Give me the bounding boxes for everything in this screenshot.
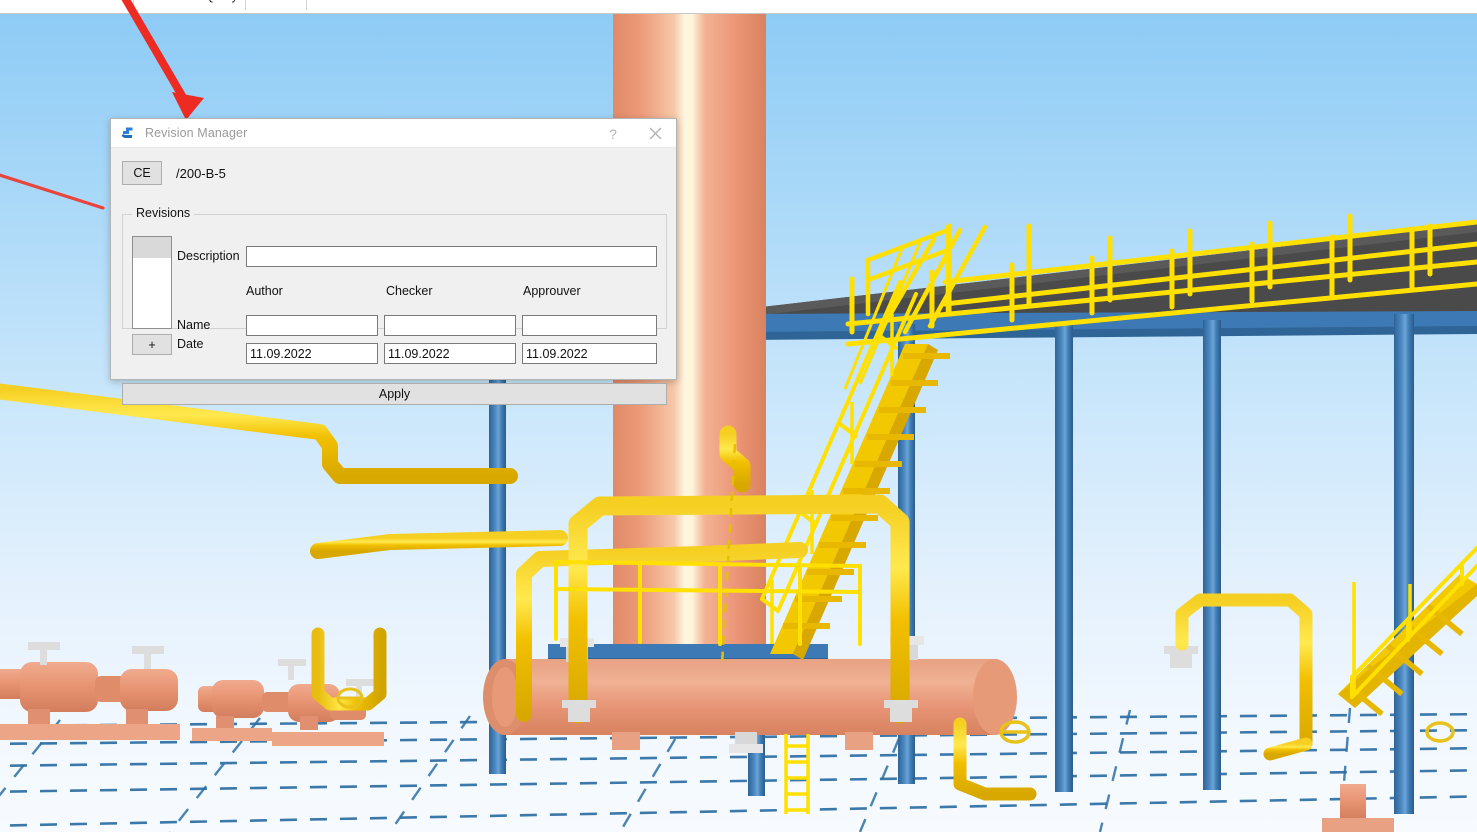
vertical-ladder <box>784 734 810 814</box>
toolbar-separator <box>133 0 134 10</box>
revisions-groupbox: Revisions <box>122 206 667 329</box>
date-label: Date <box>177 337 204 351</box>
checker-date-input[interactable] <box>384 343 516 364</box>
revisions-list[interactable] <box>132 236 172 329</box>
checker-name-input[interactable] <box>384 315 516 336</box>
column-header-checker: Checker <box>386 284 433 298</box>
dialog-title-bar[interactable]: Revision Manager ? <box>111 119 676 148</box>
dialog-title: Revision Manager <box>145 126 248 140</box>
name-label: Name <box>177 318 211 332</box>
dialog-body: CE /200-B-5 Revisions + Description Name… <box>111 148 676 405</box>
revision-manager-dialog[interactable]: Revision Manager ? CE /200-B-5 Revisions <box>110 118 677 405</box>
revisions-list-header <box>133 237 171 258</box>
app-root: Search Query <box>0 0 1477 832</box>
toolbar-separator <box>245 0 246 10</box>
close-icon[interactable] <box>634 119 676 148</box>
description-input[interactable] <box>246 246 657 267</box>
toolbar-separator <box>306 0 307 10</box>
column-header-approver: Approuver <box>523 284 581 298</box>
application-toolbar: Search Query <box>0 0 1477 14</box>
description-label: Description <box>177 249 240 263</box>
toolbar-item-search[interactable]: Search <box>40 0 78 3</box>
ce-button[interactable]: CE <box>122 161 162 185</box>
revisions-groupbox-legend: Revisions <box>132 206 195 220</box>
author-name-input[interactable] <box>246 315 378 336</box>
apply-button[interactable]: Apply <box>122 383 667 405</box>
pump-set-left <box>0 642 180 740</box>
revision-manager-icon <box>120 125 137 142</box>
author-date-input[interactable] <box>246 343 378 364</box>
help-button[interactable]: ? <box>592 119 634 148</box>
object-name: /200-B-5 <box>176 165 226 181</box>
dialog-window-buttons: ? <box>592 119 676 148</box>
toolbar-item-query[interactable]: Query <box>205 0 238 3</box>
add-revision-button[interactable]: + <box>132 334 172 355</box>
column-header-author: Author <box>246 284 283 298</box>
pump-discharge-piping <box>311 627 387 711</box>
approver-date-input[interactable] <box>522 343 657 364</box>
approver-name-input[interactable] <box>522 315 657 336</box>
object-selector-row: CE /200-B-5 <box>122 161 226 185</box>
